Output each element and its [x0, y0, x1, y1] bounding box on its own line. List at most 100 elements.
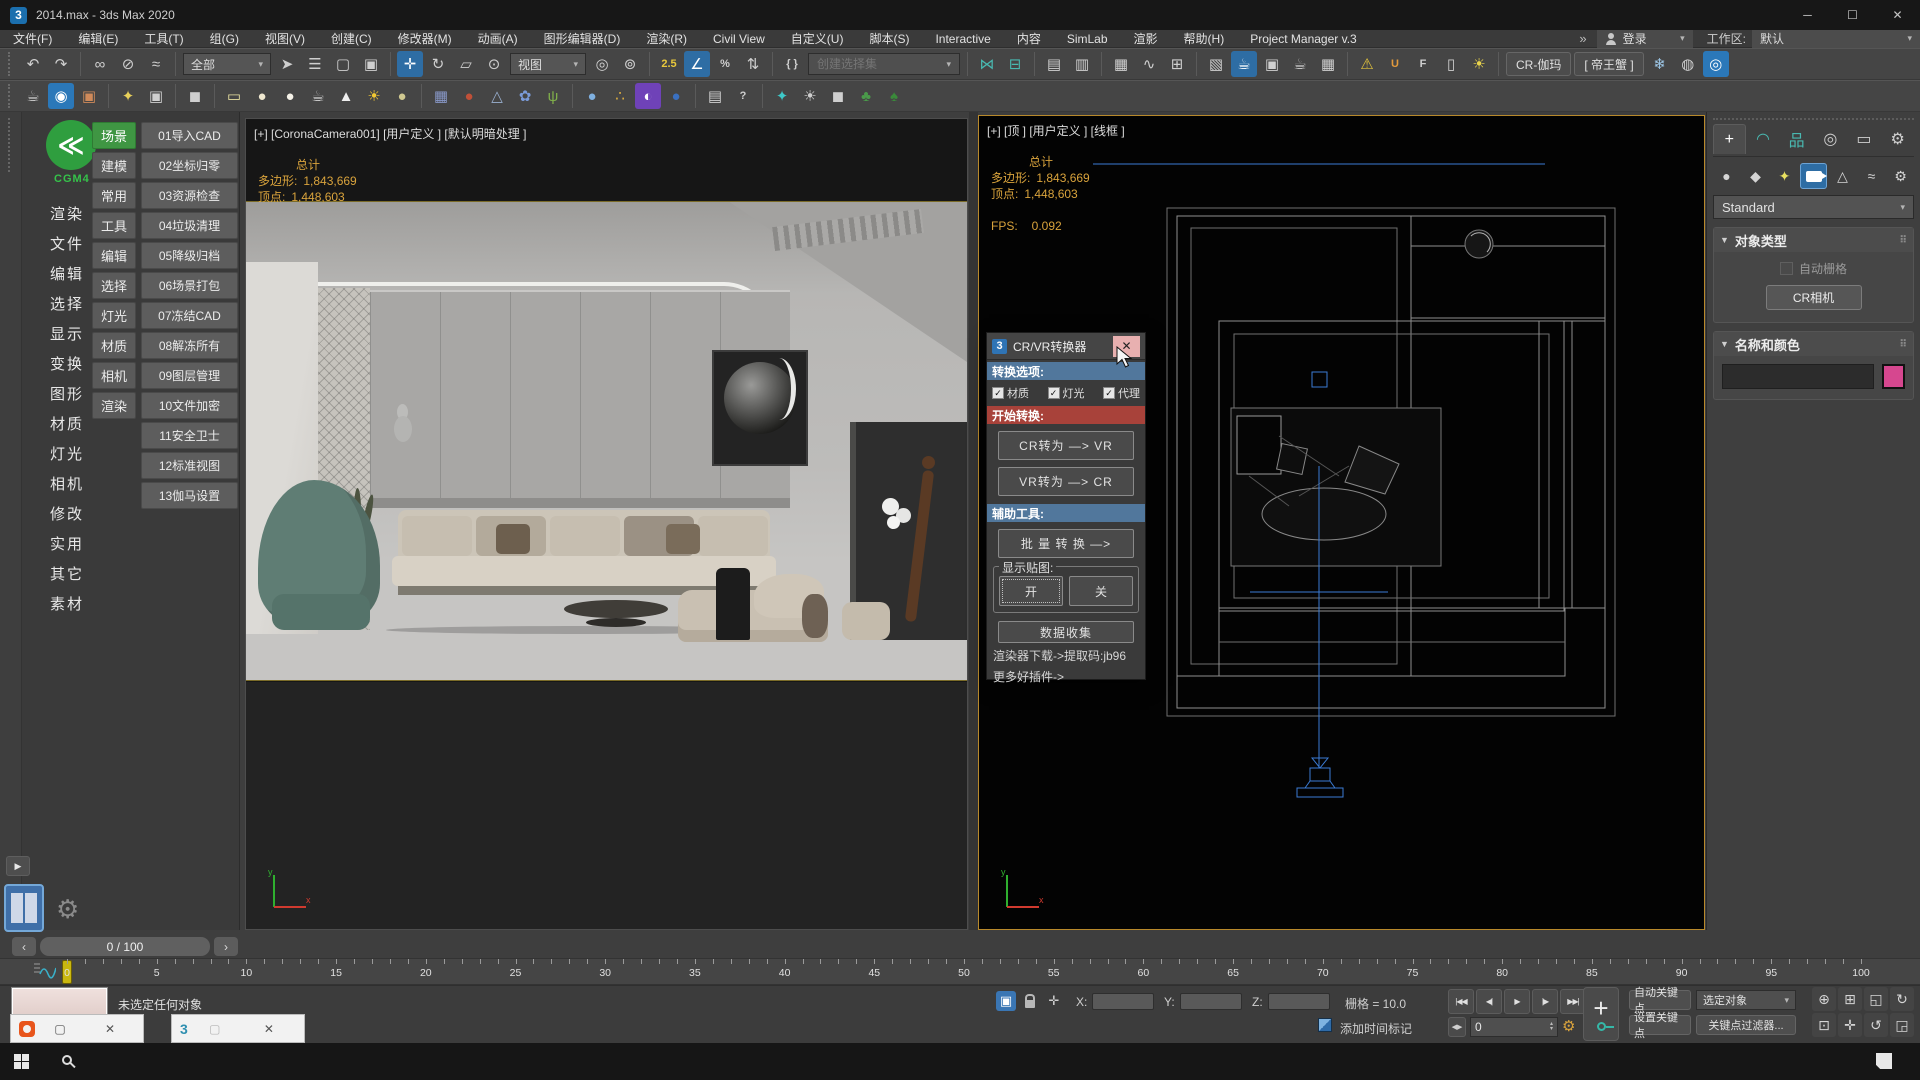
zoom-extents-icon[interactable]: ◱	[1864, 987, 1888, 1011]
purple-plugin-icon[interactable]: ◐	[635, 83, 661, 109]
previous-frame-arrow[interactable]: ‹	[12, 937, 36, 956]
unlink-icon[interactable]: ⊘	[115, 51, 141, 77]
sidebar-action-11[interactable]: 12标准视图	[141, 452, 238, 479]
color-balls-icon[interactable]: ∴	[607, 83, 633, 109]
maximize-button[interactable]: ☐	[1830, 0, 1875, 30]
sidebar-category-2[interactable]: 常用	[92, 182, 136, 209]
sidebar-nav-item-6[interactable]: 图形	[50, 378, 84, 408]
use-pivot-icon[interactable]: ◎	[589, 51, 615, 77]
sidebar-nav-item-12[interactable]: 其它	[50, 558, 84, 588]
sidebar-nav-item-2[interactable]: 编辑	[50, 258, 84, 288]
key-selection-dropdown[interactable]: 选定对象 ▾	[1696, 990, 1796, 1010]
sidebar-action-9[interactable]: 10文件加密	[141, 392, 238, 419]
sidebar-nav-item-9[interactable]: 相机	[50, 468, 84, 498]
render-iterative-icon[interactable]: ▦	[1315, 51, 1341, 77]
panel-handle[interactable]	[1713, 118, 1914, 120]
help-icon[interactable]: ?	[730, 83, 756, 109]
sun-plugin-icon[interactable]: ☀	[1466, 51, 1492, 77]
selection-filter-dropdown[interactable]: 全部 ▾	[183, 53, 271, 75]
orbit-subobject-icon[interactable]: ↺	[1864, 1013, 1888, 1037]
menu-item-3[interactable]: 组(G)	[197, 30, 252, 48]
bulb-teal-icon[interactable]: ✦	[769, 83, 795, 109]
sidebar-nav-item-7[interactable]: 材质	[50, 408, 84, 438]
sidebar-action-2[interactable]: 03资源检查	[141, 182, 238, 209]
cr-gamma-button[interactable]: CR-伽玛	[1506, 52, 1571, 76]
sidebar-nav-item-13[interactable]: 素材	[50, 588, 84, 618]
zoom-all-icon[interactable]: ⊞	[1838, 987, 1862, 1011]
menu-item-15[interactable]: SimLab	[1054, 30, 1121, 48]
blue-sphere-icon[interactable]: ●	[579, 83, 605, 109]
redo-icon[interactable]: ↷	[48, 51, 74, 77]
name-color-rollout-header[interactable]: ▼ 名称和颜色 ⠿	[1714, 332, 1913, 356]
scene-explorer-icon[interactable]: ▧	[1203, 51, 1229, 77]
toolbar-handle[interactable]	[8, 84, 13, 108]
frame-counter[interactable]: 0 / 100	[40, 937, 210, 956]
object-class-dropdown[interactable]: Standard ▾	[1713, 195, 1914, 219]
sidebar-category-8[interactable]: 相机	[92, 362, 136, 389]
set-key-button[interactable]: 设置关键点	[1629, 1015, 1691, 1035]
sidebar-category-5[interactable]: 选择	[92, 272, 136, 299]
corona-icon[interactable]: ◎	[1703, 51, 1729, 77]
render-production-icon[interactable]: ☕	[1287, 51, 1313, 77]
workspace-dropdown[interactable]: 默认 ▾	[1752, 30, 1920, 48]
taskbar-thumbnail-1[interactable]: ▢ ✕	[10, 1014, 144, 1043]
snap-25-icon[interactable]: 2.5	[656, 51, 682, 77]
next-frame-button[interactable]: |▶	[1532, 989, 1558, 1014]
tab-modify[interactable]: ◠	[1747, 124, 1780, 154]
sidebar-action-7[interactable]: 08解冻所有	[141, 332, 238, 359]
close-icon[interactable]: ✕	[242, 1022, 296, 1036]
percent-snap-icon[interactable]: %	[712, 51, 738, 77]
restore-icon[interactable]: ▢	[188, 1022, 242, 1036]
rect-region-icon[interactable]: ▢	[330, 51, 356, 77]
pan-icon[interactable]: ✛	[1838, 1013, 1862, 1037]
menu-item-14[interactable]: 内容	[1004, 30, 1054, 48]
use-selection-center-icon[interactable]: ⊚	[617, 51, 643, 77]
next-frame-arrow[interactable]: ›	[214, 937, 238, 956]
u-plugin-icon[interactable]: U	[1382, 51, 1408, 77]
menu-overflow-chevron[interactable]: »	[1569, 31, 1596, 46]
sphere-object-icon[interactable]: ●	[277, 83, 303, 109]
maximize-viewport-icon[interactable]: ◲	[1890, 1013, 1914, 1037]
placement-icon[interactable]: ⊙	[481, 51, 507, 77]
menu-item-6[interactable]: 修改器(M)	[385, 30, 465, 48]
category-helpers-icon[interactable]: △	[1829, 163, 1856, 189]
mirror-icon[interactable]: ⋈	[974, 51, 1000, 77]
dock-handle[interactable]	[8, 118, 12, 172]
menu-item-7[interactable]: 动画(A)	[465, 30, 531, 48]
category-lights-icon[interactable]: ✦	[1771, 163, 1798, 189]
go-to-start-button[interactable]: |◀◀	[1448, 989, 1474, 1014]
clipboard-icon[interactable]: ▤	[702, 83, 728, 109]
selection-lock-toggle[interactable]	[1020, 991, 1040, 1011]
viewport-camera-label[interactable]: [+] [CoronaCamera001] [用户定义 ] [默认明暗处理 ]	[254, 125, 526, 142]
tab-utilities[interactable]: ⚙	[1881, 124, 1914, 154]
convert-option-checkbox-0[interactable]: ✓材质	[992, 385, 1029, 401]
red-ball-icon[interactable]: ●	[456, 83, 482, 109]
rotate-icon[interactable]: ↻	[425, 51, 451, 77]
sidebar-nav-item-8[interactable]: 灯光	[50, 438, 84, 468]
mini-play-button[interactable]: ▶	[6, 856, 30, 876]
viewport-layout-button[interactable]	[4, 884, 44, 932]
object-name-input[interactable]	[1722, 364, 1874, 389]
sidebar-action-5[interactable]: 06场景打包	[141, 272, 238, 299]
light-lister-icon[interactable]: ✦	[115, 83, 141, 109]
sidebar-action-10[interactable]: 11安全卫士	[141, 422, 238, 449]
sidebar-category-7[interactable]: 材质	[92, 332, 136, 359]
select-and-link-icon[interactable]: ∞	[87, 51, 113, 77]
viewport-divider[interactable]	[969, 112, 978, 930]
camera-lister-icon[interactable]: ▣	[143, 83, 169, 109]
egg-object-icon[interactable]: ●	[249, 83, 275, 109]
menu-item-11[interactable]: 自定义(U)	[778, 30, 857, 48]
undo-icon[interactable]: ↶	[20, 51, 46, 77]
sidebar-category-4[interactable]: 编辑	[92, 242, 136, 269]
toolbar-handle[interactable]	[8, 52, 13, 76]
spinner-snap-icon[interactable]: ⇅	[740, 51, 766, 77]
tree-icon[interactable]: ♣	[853, 83, 879, 109]
key-filters-button[interactable]: 关键点过滤器...	[1696, 1015, 1796, 1035]
close-icon[interactable]: ✕	[85, 1022, 135, 1036]
f-plugin-icon[interactable]: F	[1410, 51, 1436, 77]
sidebar-nav-item-4[interactable]: 显示	[50, 318, 84, 348]
sidebar-category-9[interactable]: 渲染	[92, 392, 136, 419]
tab-hierarchy[interactable]: 品	[1780, 124, 1813, 154]
cr-to-vr-button[interactable]: CR转为 —> VR	[998, 431, 1134, 460]
category-systems-icon[interactable]: ⚙	[1887, 163, 1914, 189]
